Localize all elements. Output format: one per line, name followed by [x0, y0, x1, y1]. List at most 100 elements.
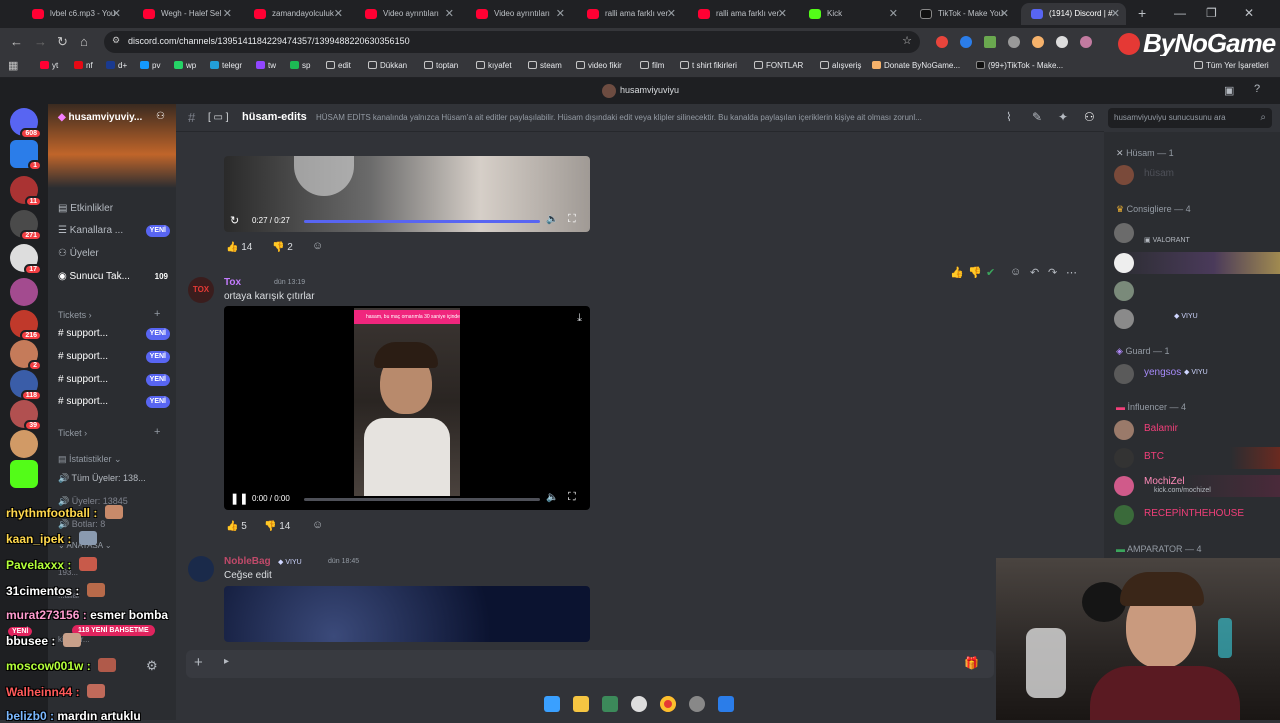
search-input[interactable]: husamviyuviyu sunucusunu ara ⌕ [1108, 108, 1272, 128]
browser-tab[interactable]: Video ayrıntıları ✕ [355, 3, 460, 25]
member-item[interactable] [1114, 280, 1274, 302]
category-ticket[interactable]: Ticket › [58, 428, 87, 438]
download-icon[interactable]: ⤓ [577, 312, 582, 325]
forward-icon[interactable]: ↷ [1048, 266, 1057, 279]
sidebar-item-events[interactable]: ▤ Etkinlikler [58, 199, 170, 219]
avatar[interactable] [188, 556, 214, 582]
sidebar-item-members[interactable]: ⚇ Üyeler [58, 244, 170, 264]
server-icon[interactable] [10, 278, 38, 306]
add-reaction-icon[interactable]: ☺ [312, 240, 323, 252]
channel-support[interactable]: # support... YENİ [58, 392, 170, 412]
bookmark[interactable]: d+ [106, 61, 127, 70]
video-progress-bar[interactable] [304, 498, 540, 501]
site-info-icon[interactable]: ⚙ [112, 35, 120, 46]
close-icon[interactable]: ✕ [445, 3, 454, 25]
help-icon[interactable]: ? [1254, 83, 1260, 95]
all-bookmarks[interactable]: Tüm Yer İşaretleri [1194, 61, 1269, 70]
browser-tab[interactable]: Video ayrıntıları ✕ [466, 3, 571, 25]
message-author[interactable]: Tox [224, 277, 241, 288]
browser-tab[interactable]: Kick ✕ [799, 3, 904, 25]
avatar[interactable]: TOX [188, 277, 214, 303]
extension-icon[interactable] [1032, 36, 1044, 48]
bookmark[interactable]: telegr [210, 61, 242, 70]
gift-icon[interactable]: 🎁 [964, 656, 979, 670]
close-window-icon[interactable]: ✕ [1244, 6, 1254, 20]
browser-tab[interactable]: lvbel c6.mp3 - You ✕ [22, 3, 127, 25]
more-icon[interactable]: ⋯ [1066, 266, 1077, 279]
fullscreen-icon[interactable]: ⛶ [568, 213, 576, 226]
bookmark[interactable]: yt [40, 61, 58, 70]
member-item[interactable]: MochiZel kick.com/mochizel [1114, 475, 1280, 497]
bookmark-folder[interactable]: video fikir [576, 61, 622, 70]
bookmark-folder[interactable]: FONTLAR [754, 61, 803, 70]
obs-icon[interactable] [631, 696, 647, 712]
member-item[interactable] [1114, 252, 1280, 274]
bookmark-star-icon[interactable]: ☆ [902, 34, 912, 47]
upload-plus-icon[interactable]: + [194, 654, 203, 671]
reply-icon[interactable]: ↶ [1030, 266, 1039, 279]
extension-icon[interactable] [1056, 36, 1068, 48]
file-explorer-icon[interactable] [573, 696, 589, 712]
thumbs-up-icon[interactable]: 👍 [950, 266, 964, 279]
server-icon[interactable]: 216 [10, 310, 42, 341]
minimize-icon[interactable]: — [1174, 6, 1186, 20]
member-item[interactable]: hüsam [1114, 164, 1274, 186]
close-icon[interactable]: ✕ [556, 3, 565, 25]
bookmark-folder[interactable]: alışveriş [820, 61, 861, 70]
pin-icon[interactable]: ✦ [1058, 110, 1068, 124]
settings-gear-icon[interactable]: ⚙ [146, 658, 158, 674]
member-list-icon[interactable]: ⚇ [1084, 110, 1095, 124]
check-icon[interactable]: ✔ [986, 266, 995, 279]
category-tickets[interactable]: Tickets › [58, 310, 92, 320]
video-attachment[interactable] [224, 586, 590, 642]
terminal-icon[interactable] [602, 696, 618, 712]
add-reaction-icon[interactable]: ☺ [1010, 266, 1021, 278]
bookmark[interactable]: pv [140, 61, 160, 70]
maximize-icon[interactable]: ❐ [1206, 6, 1217, 20]
stat-channel[interactable]: 🔊 Tüm Üyeler: 138... [58, 468, 170, 488]
server-icon[interactable]: 118 [10, 370, 42, 401]
bookmark[interactable]: nf [74, 61, 93, 70]
close-icon[interactable]: ✕ [778, 3, 787, 25]
member-item[interactable]: yengsos ◆ VIYU [1114, 363, 1274, 385]
bookmark[interactable]: tw [256, 61, 276, 70]
close-icon[interactable]: ✕ [667, 3, 676, 25]
close-icon[interactable]: ✕ [889, 3, 898, 25]
reload-icon[interactable]: ↻ [57, 34, 68, 50]
server-icon[interactable]: 17 [10, 244, 42, 275]
mentions-badge[interactable]: 118 YENİ BAHSETME [72, 625, 155, 636]
threads-icon[interactable]: ⌇ [1006, 110, 1012, 124]
new-tab-button[interactable]: + [1138, 5, 1146, 21]
video-attachment[interactable]: ⤓ hasam, bu maç ornarımla 30 saniye için… [224, 306, 590, 510]
message-author[interactable]: NobleBag [224, 556, 271, 567]
thumbs-down-icon[interactable]: 👎 [968, 266, 982, 279]
direct-messages-icon[interactable]: 608 [10, 108, 42, 139]
windows-start-icon[interactable] [544, 696, 560, 712]
browser-tab[interactable]: ralli ama farklı ver ✕ [577, 3, 682, 25]
server-icon[interactable]: 11 [10, 176, 42, 207]
member-item[interactable]: ◆ VIYU [1114, 308, 1274, 330]
server-name[interactable]: ◆ husamviyuviy... [58, 112, 142, 123]
browser-tab[interactable]: TikTok - Make You ✕ [910, 3, 1015, 25]
inbox-icon[interactable]: ▣ [1224, 84, 1234, 97]
reaction-like[interactable]: 👍 14 [226, 239, 252, 257]
notification-bell-icon[interactable]: ✎ [1032, 110, 1042, 124]
message-composer[interactable]: + ▸ 🎁 [186, 650, 994, 678]
apps-grid-icon[interactable]: ▦ [8, 59, 18, 72]
forward-icon[interactable]: → [34, 34, 47, 49]
replay-icon[interactable]: ↻ [230, 214, 239, 227]
omnibox[interactable]: ⚙ discord.com/channels/13951411842294743… [104, 31, 920, 53]
extension-icon[interactable] [984, 36, 996, 48]
member-item[interactable]: Balamir [1114, 419, 1274, 441]
add-reaction-icon[interactable]: ☺ [312, 519, 323, 531]
browser-tab[interactable]: ralli ama farklı ver ✕ [688, 3, 793, 25]
member-item[interactable]: RECEPİNTHEHOUSE [1114, 504, 1274, 526]
close-icon[interactable]: ✕ [1111, 3, 1120, 25]
fullscreen-icon[interactable]: ⛶ [568, 491, 576, 504]
server-icon[interactable]: 271 [10, 210, 42, 241]
browser-tab-active[interactable]: (1914) Discord | # ✕ [1021, 3, 1126, 25]
channel-topic[interactable]: HÜSAM EDİTS kanalında yalnızca Hüsam'a a… [316, 113, 996, 122]
close-icon[interactable]: ✕ [1000, 3, 1009, 25]
extension-icon[interactable] [936, 36, 948, 48]
bookmark[interactable]: sp [290, 61, 310, 70]
